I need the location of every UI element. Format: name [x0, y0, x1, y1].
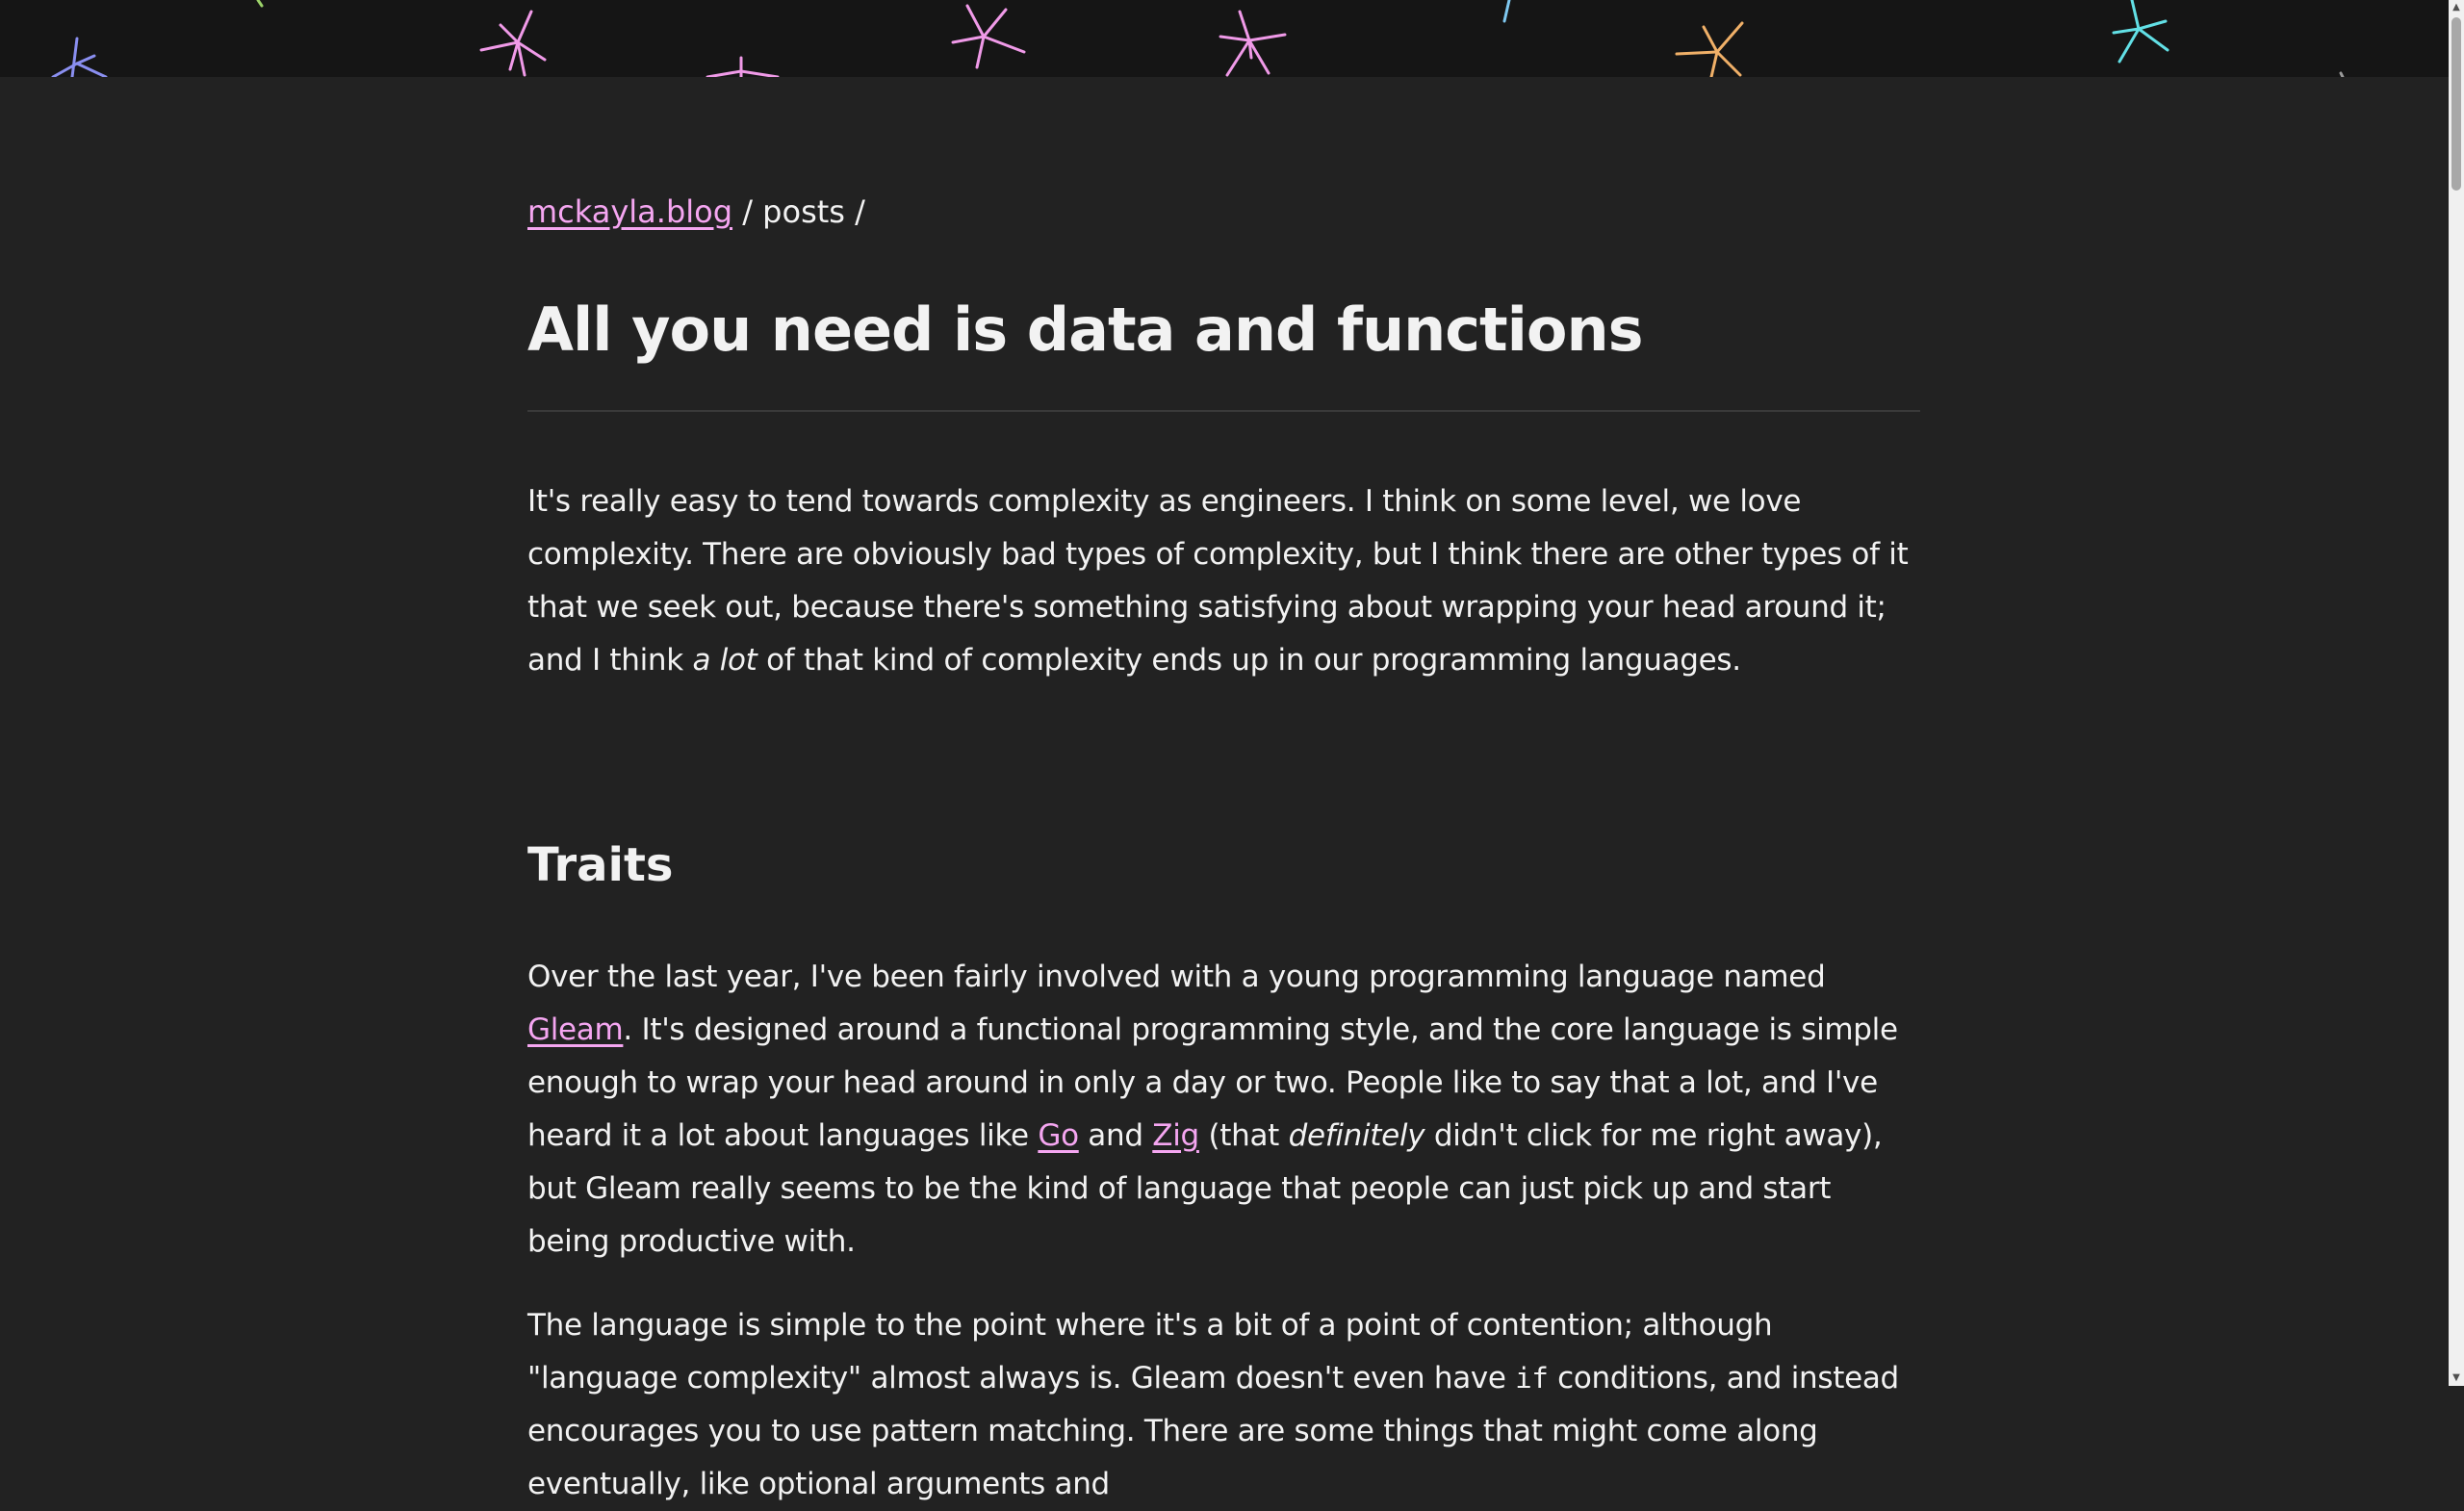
star-decorations: [51, 0, 2345, 77]
star-icon: [256, 0, 264, 8]
breadcrumb-home-link[interactable]: mckayla.blog: [527, 193, 732, 230]
breadcrumb: mckayla.blog / posts /: [527, 183, 1920, 241]
breadcrumb-separator: /: [844, 193, 865, 230]
starfield-header: [0, 0, 2449, 77]
zig-link[interactable]: Zig: [1152, 1118, 1199, 1153]
vertical-scrollbar[interactable]: ▲ ▼: [2449, 0, 2464, 1386]
gleam-paragraph: Over the last year, I've been fairly inv…: [527, 951, 1920, 1268]
star-icon: [1675, 21, 1744, 77]
scroll-up-arrow-icon[interactable]: ▲: [2449, 0, 2464, 15]
paragraph-text: Over the last year, I've been fairly inv…: [527, 960, 1826, 994]
star-icon: [1219, 10, 1287, 77]
simplicity-paragraph: The language is simple to the point wher…: [527, 1299, 1920, 1511]
star-icon: [2112, 0, 2169, 64]
star-icon: [479, 10, 547, 77]
star-icon: [2339, 71, 2345, 77]
paragraph-text: (that: [1198, 1118, 1289, 1153]
intro-emphasis: a lot: [692, 643, 757, 678]
article: mckayla.blog / posts / All you need is d…: [527, 183, 1920, 1511]
page-title: All you need is data and functions: [527, 295, 1644, 365]
breadcrumb-separator: /: [732, 193, 763, 230]
paragraph-text: and: [1078, 1118, 1153, 1153]
star-icon: [1502, 0, 1511, 23]
star-icon: [706, 56, 780, 77]
scrollbar-thumb[interactable]: [2451, 17, 2461, 191]
breadcrumb-posts: posts: [762, 193, 845, 230]
intro-paragraph: It's really easy to tend towards complex…: [527, 475, 1920, 687]
go-link[interactable]: Go: [1038, 1118, 1079, 1153]
scroll-down-arrow-icon[interactable]: ▼: [2449, 1370, 2464, 1386]
paragraph-emphasis: definitely: [1288, 1118, 1425, 1153]
title-divider: [527, 410, 1920, 412]
section-heading-traits: Traits: [527, 838, 674, 892]
intro-text: of that kind of complexity ends up in ou…: [757, 643, 1741, 678]
star-icon: [951, 4, 1026, 69]
inline-code: if: [1515, 1362, 1549, 1395]
star-icon: [51, 37, 108, 77]
gleam-link[interactable]: Gleam: [527, 1012, 624, 1047]
